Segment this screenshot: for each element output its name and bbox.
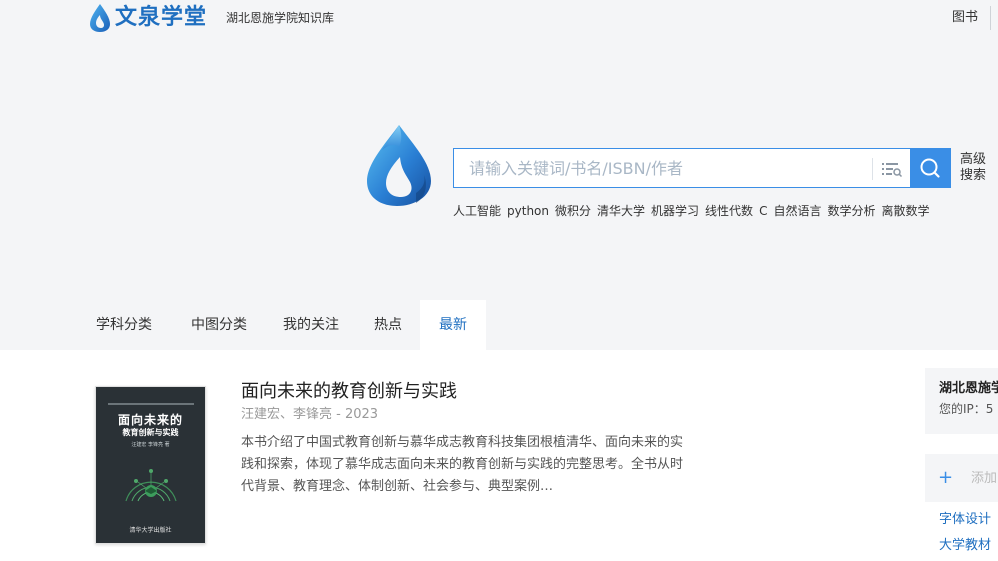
- cover-title: 面向未来的: [117, 413, 183, 427]
- filter-list-icon[interactable]: [879, 158, 903, 180]
- hot-words: 人工智能 python 微积分 清华大学 机器学习 线性代数 C 自然语言 数学分析 离散数学: [453, 202, 936, 220]
- book-list: 面向未来的 教育创新与实践 汪建宏 李锋亮 著 清华大学出版社 面向未来的教育创…: [0, 350, 998, 561]
- plus-icon: +: [938, 467, 954, 488]
- input-divider: [872, 158, 873, 180]
- search-input[interactable]: [454, 149, 870, 187]
- follow-panel: + 添加 字体设计 大学教材: [925, 454, 998, 561]
- book-cover[interactable]: 面向未来的 教育创新与实践 汪建宏 李锋亮 著 清华大学出版社: [95, 386, 206, 544]
- top-header: 文泉学堂 湖北恩施学院知识库 图书: [0, 0, 998, 46]
- add-follow-label: 添加: [971, 471, 998, 486]
- hot-word[interactable]: 线性代数: [705, 204, 753, 218]
- search-button[interactable]: [910, 148, 951, 188]
- cover-subtitle: 教育创新与实践: [122, 428, 179, 437]
- institution-name: 湖北恩施学: [939, 381, 998, 396]
- logo-icon: [367, 125, 431, 206]
- hot-word[interactable]: 离散数学: [881, 204, 929, 218]
- nav-divider: [990, 6, 991, 30]
- logo-subtitle: 湖北恩施学院知识库: [226, 11, 335, 25]
- cover-publisher: 清华大学出版社: [129, 527, 172, 534]
- ip-label: 您的IP：5: [939, 402, 994, 416]
- logo-icon[interactable]: [89, 3, 111, 33]
- follow-link[interactable]: 字体设计: [939, 511, 991, 529]
- logo-text[interactable]: 文泉学堂: [115, 3, 207, 33]
- hot-word[interactable]: 微积分: [555, 204, 591, 218]
- cover-illustration: [125, 469, 177, 502]
- book-meta: 汪建宏、李锋亮 - 2023: [241, 407, 379, 422]
- cover-authors: 汪建宏 李锋亮 著: [131, 442, 170, 448]
- hot-word[interactable]: python: [507, 204, 549, 218]
- hot-word[interactable]: 机器学习: [651, 204, 699, 218]
- hot-word[interactable]: 自然语言: [773, 204, 821, 218]
- tab-hot[interactable]: 热点: [360, 300, 416, 350]
- search-box: [453, 148, 911, 188]
- hot-word[interactable]: C: [759, 204, 767, 218]
- hot-word[interactable]: 数学分析: [827, 204, 875, 218]
- advanced-search-link[interactable]: 高级搜索: [960, 152, 990, 184]
- hot-word[interactable]: 人工智能: [453, 204, 501, 218]
- search-icon: [920, 158, 940, 178]
- cover-rule: [108, 403, 194, 405]
- follow-link[interactable]: 大学教材: [939, 537, 991, 555]
- tab-latest[interactable]: 最新: [420, 300, 486, 350]
- tab-subject-category[interactable]: 学科分类: [78, 300, 170, 350]
- hot-word[interactable]: 清华大学: [597, 204, 645, 218]
- book-description: 本书介绍了中国式教育创新与慕华成志教育科技集团根植清华、面向未来的实践和探索，体…: [241, 435, 684, 494]
- add-follow-row[interactable]: + 添加: [925, 454, 998, 502]
- tab-clc-category[interactable]: 中图分类: [176, 300, 262, 350]
- institution-panel: 湖北恩施学 您的IP：5: [925, 368, 998, 434]
- tab-my-follows[interactable]: 我的关注: [268, 300, 354, 350]
- nav-books-link[interactable]: 图书: [952, 8, 978, 28]
- book-title[interactable]: 面向未来的教育创新与实践: [241, 379, 457, 405]
